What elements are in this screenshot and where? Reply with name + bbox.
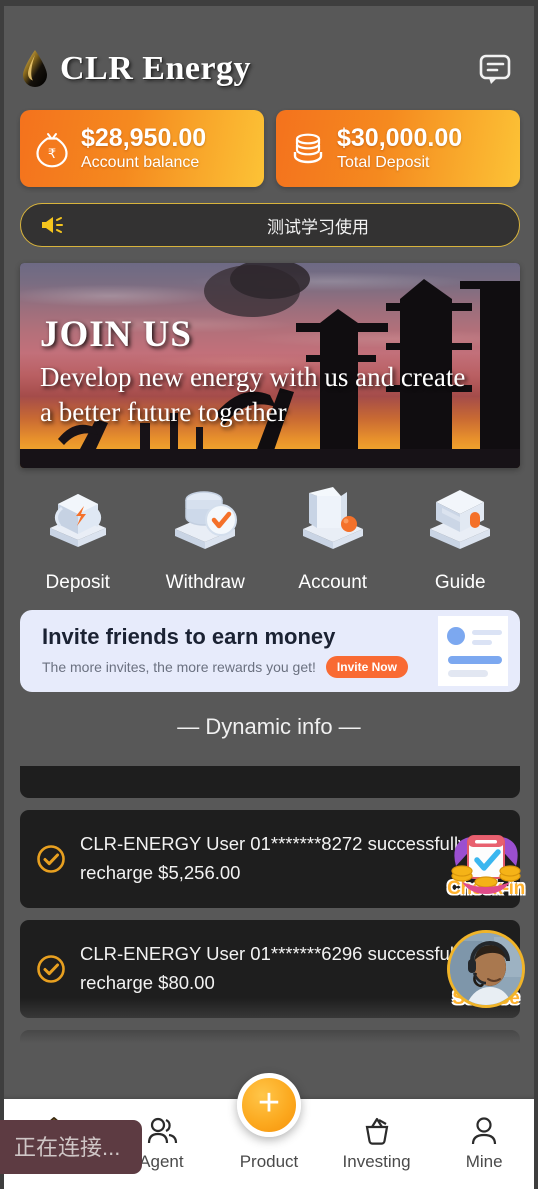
person-icon xyxy=(466,1113,502,1149)
coin-stack-icon xyxy=(290,130,326,168)
announcement-text: 测试学习使用 xyxy=(267,217,369,237)
dynamic-info-list[interactable]: recharge $5,011.00 CLR-ENERGY User 01***… xyxy=(20,756,520,1056)
account-balance-amount: $28,950.00 xyxy=(81,124,207,153)
add-product-fab[interactable]: + xyxy=(237,1073,301,1137)
service-float-button[interactable]: Service xyxy=(440,930,532,1010)
banner-line-2: a better future together xyxy=(40,396,287,427)
list-item-line-2: recharge $80.00 xyxy=(80,972,215,993)
invite-text-block: Invite friends to earn money The more in… xyxy=(20,624,430,678)
quick-action-account[interactable]: Account xyxy=(269,482,397,594)
quick-action-label: Withdraw xyxy=(165,572,245,593)
basket-icon xyxy=(359,1113,395,1149)
agent-users-icon xyxy=(143,1113,179,1149)
tab-label: Product xyxy=(239,1152,299,1171)
banner-headline: JOIN US xyxy=(40,314,192,355)
promo-banner[interactable]: JOIN US Develop new energy with us and c… xyxy=(20,263,520,468)
checkin-calendar-coins-icon xyxy=(442,832,530,900)
brand: CLR Energy xyxy=(20,49,251,89)
quick-action-label: Deposit xyxy=(45,572,110,593)
list-item-text: CLR-ENERGY User 01*******6296 successful… xyxy=(80,940,467,997)
check-circle-icon xyxy=(36,844,66,874)
list-item[interactable]: CLR-ENERGY User 01*******7446 successful… xyxy=(20,1030,520,1056)
customer-service-agent-icon xyxy=(447,930,525,1008)
balance-cards: ₹ $28,950.00 Account balance $30,000.00 … xyxy=(0,100,538,187)
banner-line-1: Develop new energy with us and create xyxy=(40,362,466,392)
tab-investing[interactable]: Investing xyxy=(323,1099,431,1189)
tab-label: Agent xyxy=(139,1152,184,1171)
connecting-toast: 正在连接... xyxy=(0,1120,143,1174)
account-balance-label: Account balance xyxy=(81,153,200,171)
list-item-line-2: recharge $5,256.00 xyxy=(80,862,241,883)
quick-action-label: Account xyxy=(298,572,368,593)
banner-text: JOIN US Develop new energy with us and c… xyxy=(40,313,514,429)
deposit-box-icon xyxy=(32,482,124,564)
list-item[interactable]: recharge $5,011.00 xyxy=(20,756,520,798)
check-circle-icon xyxy=(36,756,66,764)
tab-label: Mine xyxy=(465,1152,503,1171)
chat-bubble-icon[interactable] xyxy=(474,48,516,90)
quick-action-withdraw[interactable]: Withdraw xyxy=(142,482,270,594)
app-root: CLR Energy ₹ $28,950.00 Account balance … xyxy=(0,0,538,1189)
announcement-bar[interactable]: 测试学习使用 xyxy=(20,203,520,247)
quick-action-deposit[interactable]: Deposit xyxy=(14,482,142,594)
list-item-line-1: CLR-ENERGY User 01*******6296 successful… xyxy=(80,943,468,965)
viewport-edge-left xyxy=(0,0,4,1189)
list-item-line-2: recharge $5,011.00 xyxy=(80,756,239,763)
list-item-text: CLR-ENERGY User 01*******8272 successful… xyxy=(80,830,467,887)
tab-mine[interactable]: Mine xyxy=(430,1099,538,1189)
viewport-edge-top xyxy=(0,0,538,6)
invite-subtitle: The more invites, the more rewards you g… xyxy=(42,659,316,675)
total-deposit-amount: $30,000.00 xyxy=(337,124,463,153)
quick-actions: Deposit Withdraw Account Guide xyxy=(0,468,538,594)
tab-label: Investing xyxy=(342,1152,411,1171)
account-balance-card[interactable]: ₹ $28,950.00 Account balance xyxy=(20,110,264,187)
list-item-line-1: CLR-ENERGY User 01*******8272 successful… xyxy=(80,833,468,855)
svg-text:₹: ₹ xyxy=(48,146,56,161)
quick-action-guide[interactable]: Guide xyxy=(397,482,525,594)
list-item-text: recharge $5,011.00 xyxy=(80,756,239,763)
guide-book-icon xyxy=(414,482,506,564)
invite-banner[interactable]: Invite friends to earn money The more in… xyxy=(20,610,520,692)
plus-icon: + xyxy=(257,1082,281,1124)
oil-drop-icon xyxy=(20,49,50,89)
invite-title: Invite friends to earn money xyxy=(42,624,336,649)
withdraw-coins-icon xyxy=(159,482,251,564)
account-folder-icon xyxy=(287,482,379,564)
viewport-edge-right xyxy=(534,0,538,1189)
dynamic-info-heading: — Dynamic info — xyxy=(177,714,361,739)
total-deposit-label: Total Deposit xyxy=(337,153,430,171)
brand-name: CLR Energy xyxy=(60,50,252,87)
app-header: CLR Energy xyxy=(0,0,538,100)
invite-card-icon xyxy=(430,610,516,692)
total-deposit-card[interactable]: $30,000.00 Total Deposit xyxy=(276,110,520,187)
invite-now-button[interactable]: Invite Now xyxy=(325,656,408,678)
quick-action-label: Guide xyxy=(434,572,486,593)
money-bag-icon: ₹ xyxy=(34,130,70,168)
check-circle-icon xyxy=(36,954,66,984)
checkin-float-button[interactable]: Check-in xyxy=(440,832,532,900)
